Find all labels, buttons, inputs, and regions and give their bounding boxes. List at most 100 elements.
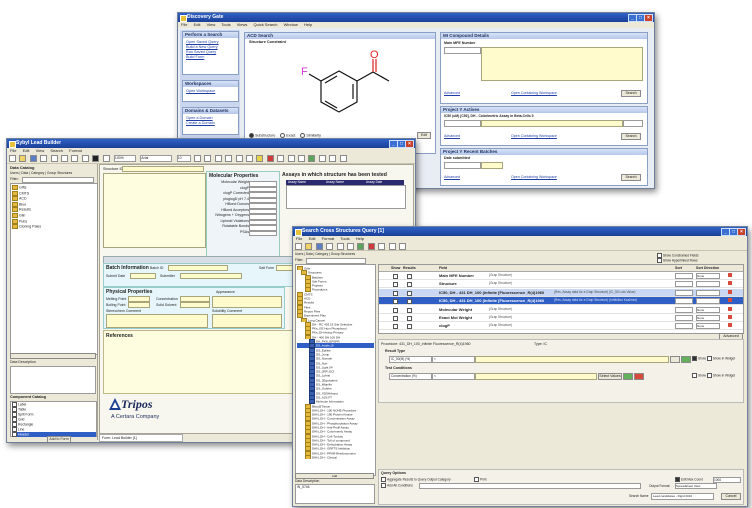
new-icon[interactable]: [9, 155, 16, 162]
results-checkbox[interactable]: [407, 282, 412, 288]
submit-date-input[interactable]: [130, 273, 156, 279]
open-icon[interactable]: [305, 243, 313, 250]
edit-max-option[interactable]: Edit Max Count: [675, 477, 703, 482]
sort-input[interactable]: [675, 289, 693, 296]
cut-icon[interactable]: [40, 155, 48, 162]
col-sort[interactable]: Sort: [675, 265, 682, 271]
menu-tools[interactable]: Tools: [221, 22, 230, 27]
window-title-bar[interactable]: Sybyl Lead Builder _ □ ×: [7, 139, 415, 148]
aggregate-checkbox[interactable]: [381, 477, 386, 482]
results-checkbox[interactable]: [407, 307, 412, 313]
solid-solvent-input[interactable]: [180, 302, 210, 308]
delete-condition-icon[interactable]: [634, 373, 644, 380]
operator-select[interactable]: [444, 47, 481, 54]
help-icon[interactable]: [339, 155, 347, 162]
operator-select[interactable]: [444, 120, 481, 127]
result-value-input[interactable]: [475, 356, 669, 363]
delete-icon[interactable]: [728, 298, 732, 303]
field-row[interactable]: clogP (Grap Structure) None: [379, 322, 743, 331]
tree-item[interactable]: DHN_DH - Clinical: [297, 455, 374, 460]
delete-icon[interactable]: [728, 289, 732, 294]
menu-format[interactable]: Format: [69, 148, 82, 153]
add-to-form-button[interactable]: Add to Form: [47, 436, 71, 442]
result-type-select[interactable]: IC_50(M) (%): [389, 356, 432, 363]
structure-id-input[interactable]: [122, 166, 204, 172]
run-query-icon[interactable]: [357, 243, 365, 250]
menu-view[interactable]: View: [36, 148, 45, 153]
undo-icon[interactable]: [71, 155, 79, 162]
cut-icon[interactable]: [326, 243, 334, 250]
field-row[interactable]: IC50, DH - 431 DH_100 (Infinite [Fluores…: [379, 288, 743, 297]
close-icon[interactable]: ×: [405, 140, 414, 148]
save-icon[interactable]: [29, 155, 37, 162]
results-checkbox[interactable]: [407, 290, 412, 296]
molecular-property-value[interactable]: [249, 230, 277, 237]
show-hyperlinked-checkbox[interactable]: [657, 258, 662, 263]
field-row[interactable]: Main MFE Number (Grap Structure) None: [379, 272, 743, 280]
window-title-bar[interactable]: Search Cross Structures Query [1] _ □ ×: [293, 227, 747, 236]
font-size-select[interactable]: 10: [176, 155, 191, 162]
sort-direction-select[interactable]: None: [696, 306, 720, 313]
show-checkbox[interactable]: [393, 307, 398, 313]
tree-item[interactable]: Cloning Pales: [12, 224, 96, 230]
search-button[interactable]: Search: [621, 133, 641, 140]
sort-direction-select[interactable]: [696, 281, 720, 288]
appearance-input[interactable]: [212, 296, 282, 308]
menu-file[interactable]: File: [10, 148, 16, 153]
col-show[interactable]: Show: [391, 265, 400, 271]
sort-direction-select[interactable]: None: [696, 323, 720, 330]
form-status-tab[interactable]: Form: Lead Builder [1]: [99, 434, 183, 442]
solubility-input[interactable]: [212, 314, 282, 328]
submitter-input[interactable]: [180, 273, 242, 279]
widget-checkbox[interactable]: [706, 373, 712, 378]
add-condition-icon[interactable]: [623, 373, 633, 380]
copy-icon[interactable]: [50, 155, 58, 162]
widget-checkbox[interactable]: [706, 356, 712, 361]
print-checkbox[interactable]: [474, 477, 479, 482]
add-button[interactable]: [10, 353, 96, 359]
boiling-point-input[interactable]: [128, 302, 150, 308]
mfe-value-input[interactable]: [481, 47, 643, 81]
sort-input[interactable]: [675, 298, 693, 305]
sort-direction-select[interactable]: [696, 289, 720, 296]
batch-id-input[interactable]: [168, 265, 228, 271]
border-icon[interactable]: [277, 155, 285, 162]
delete-icon[interactable]: [728, 306, 732, 311]
field-row[interactable]: Molecular Weight (Grap Structure) None: [379, 306, 743, 314]
sort-direction-select[interactable]: None: [696, 273, 720, 279]
data-catalog-tabs[interactable]: Users | Data | Category | Group Structur…: [10, 171, 72, 175]
font-select[interactable]: Arial: [140, 155, 173, 162]
show-checkbox[interactable]: [692, 373, 697, 378]
field-row[interactable]: Structure (Grap Structure): [379, 280, 743, 289]
structure-image-box[interactable]: [103, 173, 206, 248]
table-icon[interactable]: [329, 155, 337, 162]
menu-view[interactable]: View: [207, 22, 216, 27]
data-catalog-tree[interactable]: Gifts CMTS ACD Blue Results Glin Pubs Cl…: [10, 183, 98, 355]
show-checkbox[interactable]: [692, 356, 697, 361]
copy-icon[interactable]: [336, 243, 344, 250]
add-all-option[interactable]: Add All Conditions: [381, 483, 413, 488]
show-hyperlinked-option[interactable]: Show Hyperlinked Rows: [657, 258, 698, 263]
unit-select[interactable]: [623, 120, 643, 127]
condition-operator-select[interactable]: <: [432, 373, 475, 380]
run-icon[interactable]: [308, 155, 316, 162]
menu-file[interactable]: File: [181, 22, 187, 27]
cancel-button[interactable]: Cancel: [721, 493, 741, 500]
paste-icon[interactable]: [346, 243, 354, 250]
preview-icon[interactable]: [297, 155, 305, 162]
menu-file[interactable]: File: [296, 236, 302, 241]
show-checkbox[interactable]: [393, 274, 398, 279]
search-button[interactable]: Search: [621, 174, 641, 181]
menu-window[interactable]: Window: [284, 22, 298, 27]
menu-search[interactable]: Search: [50, 148, 63, 153]
advanced-link[interactable]: Advanced: [444, 175, 460, 179]
advanced-link[interactable]: Advanced: [444, 134, 460, 138]
align-right-icon[interactable]: [246, 155, 254, 162]
lock-icon[interactable]: [287, 155, 295, 162]
chart-icon[interactable]: [388, 243, 396, 250]
sort-input[interactable]: [675, 273, 693, 279]
date-value-input[interactable]: [481, 162, 503, 169]
show-checkbox[interactable]: [393, 324, 398, 330]
stereochem-input[interactable]: [106, 314, 208, 328]
show-checkbox[interactable]: [393, 282, 398, 288]
